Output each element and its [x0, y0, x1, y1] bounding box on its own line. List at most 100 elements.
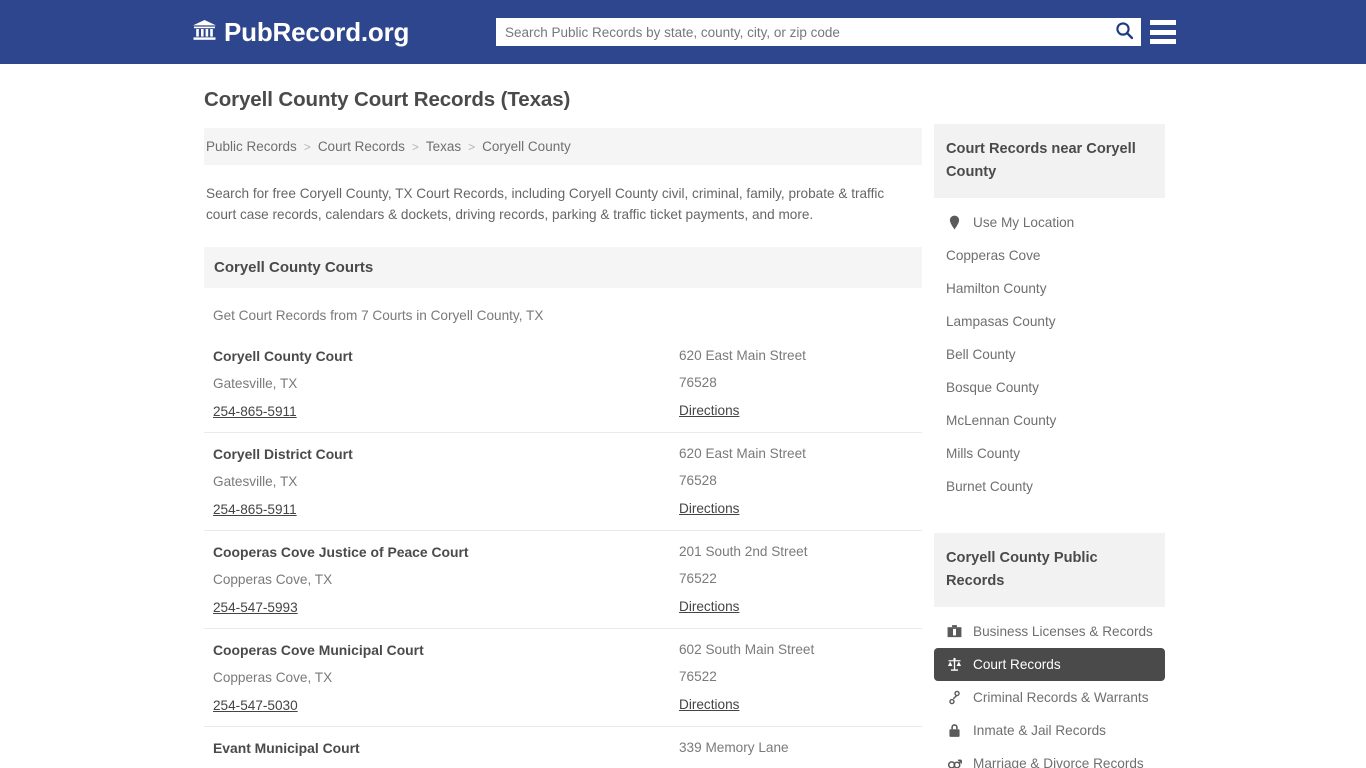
- public-record-item-label: Marriage & Divorce Records: [973, 756, 1144, 768]
- breadcrumb-item-texas[interactable]: Texas: [426, 139, 461, 154]
- nearby-item-bosque-county[interactable]: Bosque County: [934, 371, 1165, 404]
- courts-section-subtitle: Get Court Records from 7 Courts in Corye…: [213, 308, 922, 323]
- public-records-panel: Coryell County Public Records Business L…: [934, 533, 1165, 768]
- breadcrumb-item-coryell-county: Coryell County: [482, 139, 571, 154]
- nearby-records-panel: Court Records near Coryell County Use My…: [934, 124, 1165, 503]
- court-info-left: Coryell County Court Gatesville, TX 254-86…: [213, 348, 679, 421]
- court-row: Evant Municipal CourtEvant, TX254-471-31…: [204, 726, 922, 768]
- nearby-panel-title: Court Records near Coryell County: [934, 124, 1165, 198]
- nearby-item-bell-county[interactable]: Bell County: [934, 338, 1165, 371]
- court-directions-link[interactable]: Directions: [679, 697, 739, 712]
- public-record-item-label: Criminal Records & Warrants: [973, 690, 1149, 705]
- public-record-item-label: Inmate & Jail Records: [973, 723, 1106, 738]
- court-info-left: Evant Municipal CourtEvant, TX254-471-31…: [213, 740, 679, 768]
- site-logo-text: PubRecord.org: [224, 17, 409, 48]
- public-record-item-court-records[interactable]: Court Records: [934, 648, 1165, 681]
- public-records-panel-list: Business Licenses & Records Court Records…: [934, 607, 1165, 768]
- page-title: Coryell County Court Records (Texas): [204, 88, 922, 112]
- nearby-panel-list: Use My Location Copperas Cove Hamilton Cou…: [934, 198, 1165, 503]
- gender-symbols-icon: [946, 756, 963, 768]
- court-name-link[interactable]: Coryell County Court: [213, 348, 679, 364]
- public-record-item-business-licenses-records[interactable]: Business Licenses & Records: [934, 615, 1165, 648]
- court-city: Gatesville, TX: [213, 474, 679, 489]
- court-info-right: 620 East Main Street76528Directions: [679, 446, 922, 519]
- court-name-link[interactable]: Cooperas Cove Municipal Court: [213, 642, 679, 658]
- public-record-item-marriage-divorce-records[interactable]: Marriage & Divorce Records: [934, 747, 1165, 768]
- nearby-item-burnet-county[interactable]: Burnet County: [934, 470, 1165, 503]
- court-phone-link[interactable]: 254-865-5911: [213, 404, 297, 419]
- breadcrumb-separator: >: [304, 140, 311, 154]
- nearby-item-label: Lampasas County: [946, 314, 1056, 329]
- court-name-link[interactable]: Cooperas Cove Justice of Peace Court: [213, 544, 679, 560]
- main-content: Coryell County Court Records (Texas) Pub…: [204, 88, 922, 768]
- nearby-item-label: Copperas Cove: [946, 248, 1040, 263]
- search-input[interactable]: [496, 19, 1107, 45]
- nearby-item-label: Use My Location: [973, 215, 1074, 230]
- court-directions-link[interactable]: Directions: [679, 403, 739, 418]
- hamburger-menu-icon[interactable]: [1150, 20, 1176, 44]
- court-city: Copperas Cove, TX: [213, 572, 679, 587]
- nearby-item-label: McLennan County: [946, 413, 1056, 428]
- briefcase-icon: [946, 624, 963, 639]
- nearby-item-label: Hamilton County: [946, 281, 1047, 296]
- court-directions-link[interactable]: Directions: [679, 501, 739, 516]
- nearby-item-label: Bell County: [946, 347, 1016, 362]
- court-name-link[interactable]: Coryell District Court: [213, 446, 679, 462]
- court-info-left: Cooperas Cove Municipal Court Copperas Co…: [213, 642, 679, 715]
- court-info-right: 339 Memory Lane76525Directions: [679, 740, 922, 768]
- court-info-right: 620 East Main Street 76528 Directions: [679, 348, 922, 421]
- lock-icon: [946, 723, 963, 738]
- public-record-item-criminal-records-warrants[interactable]: Criminal Records & Warrants: [934, 681, 1165, 714]
- court-row: Coryell County Court Gatesville, TX 254-86…: [204, 335, 922, 432]
- court-info-left: Cooperas Cove Justice of Peace Court Copp…: [213, 544, 679, 617]
- court-info-right: 201 South 2nd Street 76522 Directions: [679, 544, 922, 617]
- nearby-item-mills-county[interactable]: Mills County: [934, 437, 1165, 470]
- court-zip-code: 76528: [679, 375, 922, 390]
- court-zip-code: 76522: [679, 571, 922, 586]
- court-zip-code: 76522: [679, 669, 922, 684]
- court-row: Cooperas Cove Justice of Peace Court Copp…: [204, 530, 922, 628]
- site-logo-link[interactable]: PubRecord.org: [192, 17, 409, 48]
- court-street-address: 339 Memory Lane: [679, 740, 922, 755]
- court-phone-link[interactable]: 254-865-5911: [213, 502, 297, 517]
- court-row: Cooperas Cove Municipal Court Copperas Co…: [204, 628, 922, 726]
- public-record-item-label: Business Licenses & Records: [973, 624, 1153, 639]
- court-info-right: 602 South Main Street 76522 Directions: [679, 642, 922, 715]
- breadcrumb-separator: >: [468, 140, 475, 154]
- court-phone-link[interactable]: 254-547-5030: [213, 698, 298, 713]
- breadcrumb-item-court-records[interactable]: Court Records: [318, 139, 405, 154]
- nearby-item-lampasas-county[interactable]: Lampasas County: [934, 305, 1165, 338]
- court-city: Gatesville, TX: [213, 376, 679, 391]
- breadcrumb: Public Records > Court Records > Texas > Corye…: [204, 128, 922, 165]
- nearby-item-label: Burnet County: [946, 479, 1033, 494]
- breadcrumb-separator: >: [412, 140, 419, 154]
- court-list: Coryell County Court Gatesville, TX 254-86…: [204, 335, 922, 768]
- public-record-item-inmate-jail-records[interactable]: Inmate & Jail Records: [934, 714, 1165, 747]
- hamburger-bar: [1150, 20, 1176, 25]
- courts-section-header: Coryell County Courts: [204, 247, 922, 288]
- scales-icon: [946, 657, 963, 672]
- map-pin-icon: [946, 215, 963, 230]
- public-record-item-label: Court Records: [973, 657, 1061, 672]
- nearby-item-label: Mills County: [946, 446, 1020, 461]
- court-row: Coryell District Court Gatesville, TX 254-…: [204, 432, 922, 530]
- court-directions-link[interactable]: Directions: [679, 599, 739, 614]
- nearby-item-use-my-location[interactable]: Use My Location: [934, 206, 1165, 239]
- court-street-address: 602 South Main Street: [679, 642, 922, 657]
- hamburger-bar: [1150, 30, 1176, 35]
- court-name-link[interactable]: Evant Municipal Court: [213, 740, 679, 756]
- search-button[interactable]: [1107, 18, 1141, 46]
- court-street-address: 201 South 2nd Street: [679, 544, 922, 559]
- court-phone-link[interactable]: 254-547-5993: [213, 600, 298, 615]
- hamburger-bar: [1150, 39, 1176, 44]
- bank-building-icon: [192, 18, 217, 47]
- breadcrumb-item-public-records[interactable]: Public Records: [206, 139, 297, 154]
- nearby-item-mclennan-county[interactable]: McLennan County: [934, 404, 1165, 437]
- search-bar: [496, 18, 1141, 46]
- court-street-address: 620 East Main Street: [679, 348, 922, 363]
- court-info-left: Coryell District Court Gatesville, TX 254-…: [213, 446, 679, 519]
- court-city: Copperas Cove, TX: [213, 670, 679, 685]
- sidebar: Court Records near Coryell County Use My…: [934, 124, 1165, 768]
- nearby-item-copperas-cove[interactable]: Copperas Cove: [934, 239, 1165, 272]
- nearby-item-hamilton-county[interactable]: Hamilton County: [934, 272, 1165, 305]
